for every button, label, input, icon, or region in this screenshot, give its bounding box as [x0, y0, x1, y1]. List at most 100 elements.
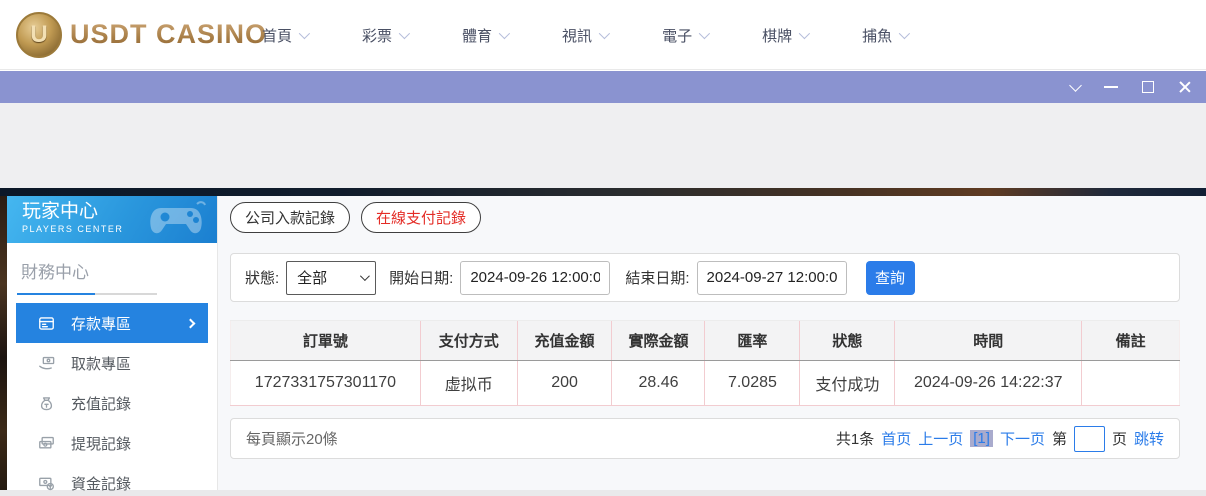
table-header-cell: 備註 — [1081, 320, 1180, 361]
search-button[interactable]: 查詢 — [865, 260, 915, 295]
main-nav: 首頁 彩票 體育 視訊 電子 棋牌 捕魚 — [262, 0, 911, 70]
chevron-down-icon — [298, 27, 311, 40]
status-select[interactable]: 全部 — [286, 260, 377, 295]
tab[interactable]: 在線支付記錄 — [361, 202, 482, 233]
nav-item-label: 棋牌 — [762, 27, 793, 45]
section-divider — [17, 293, 157, 295]
table-header-cell: 訂單號 — [230, 320, 421, 361]
background-image-edge — [0, 196, 7, 490]
next-page-link[interactable]: 下一页 — [1000, 428, 1045, 449]
nav-item[interactable]: 彩票 — [362, 25, 411, 46]
sidebar-item[interactable]: 存款專區 — [16, 303, 208, 343]
nav-item[interactable]: 捕魚 — [862, 25, 911, 46]
chevron-down-icon — [360, 271, 371, 282]
sidebar-item[interactable]: 資金記錄 — [16, 463, 208, 496]
table-header-cell: 實際金額 — [611, 320, 705, 361]
table-header-cell: 時間 — [894, 320, 1082, 361]
end-date-input[interactable] — [696, 260, 847, 295]
table-cell — [1081, 360, 1180, 406]
sidebar-item-label: 提現記錄 — [71, 435, 132, 453]
collapse-chevron-icon[interactable] — [1069, 78, 1082, 92]
top-navbar: U USDT CASINO 首頁 彩票 體育 視訊 電子 棋牌 捕魚 — [0, 0, 1206, 70]
gamepad-icon — [150, 201, 206, 234]
chevron-down-icon — [798, 27, 811, 40]
empty-panel — [0, 103, 1206, 188]
nav-item[interactable]: 首頁 — [262, 25, 311, 46]
first-page-link[interactable]: 首页 — [881, 428, 911, 449]
brand-name: USDT CASINO — [70, 19, 268, 49]
sidebar-item-label: 取款專區 — [71, 355, 132, 373]
jump-prefix: 第 — [1051, 431, 1067, 448]
sidebar-item-label: 資金記錄 — [71, 475, 132, 493]
page-jump-input[interactable] — [1073, 425, 1105, 452]
table-body: 1727331757301170 虚拟币 200 28.46 7.0285 支付成功 202… — [230, 360, 1180, 406]
close-icon[interactable] — [1178, 80, 1192, 94]
nav-item-label: 體育 — [462, 27, 493, 45]
chevron-down-icon — [898, 27, 911, 40]
sidebar-item[interactable]: 充值記錄 — [16, 383, 208, 423]
deposit-records-table: 訂單號 支付方式 充值金額 實際金額 匯率 狀態 時間 備註 1727331757301170… — [230, 320, 1180, 406]
table-cell: 1727331757301170 — [230, 360, 421, 406]
table-header-cell: 匯率 — [704, 320, 800, 361]
status-label: 狀態: — [245, 270, 280, 287]
banner-divider — [0, 188, 1206, 196]
prev-page-link[interactable]: 上一页 — [918, 428, 963, 449]
deposit-card-icon — [39, 316, 54, 330]
table-header-cell: 支付方式 — [419, 320, 518, 361]
sidebar-menu: 存款專區取款專區充值記錄提現記錄資金記錄 — [7, 303, 217, 496]
table-header-cell: 充值金額 — [516, 320, 612, 361]
sidebar-item[interactable]: 取款專區 — [16, 343, 208, 383]
page: U USDT CASINO 首頁 彩票 體育 視訊 電子 棋牌 捕魚 玩家中心 PLAYER… — [0, 0, 1206, 496]
sidebar-item-label: 存款專區 — [71, 315, 132, 333]
chevron-down-icon — [498, 27, 511, 40]
window-title-bar — [0, 71, 1206, 103]
jump-button[interactable]: 跳转 — [1134, 428, 1164, 449]
pagination-bar: 每頁顯示20條 共1条 首页 上一页 [1] 下一页 第 页 跳转 — [230, 418, 1180, 459]
nav-item[interactable]: 棋牌 — [762, 25, 811, 46]
table-header-cell: 狀態 — [799, 320, 895, 361]
withdrawal-record-icon — [39, 436, 54, 449]
end-date-label: 結束日期: — [625, 270, 690, 287]
nav-item[interactable]: 電子 — [662, 25, 711, 46]
chevron-down-icon — [398, 27, 411, 40]
sidebar-item-label: 充值記錄 — [71, 395, 132, 413]
status-select-value: 全部 — [297, 270, 328, 287]
page-size-text: 每頁顯示20條 — [246, 431, 338, 448]
chevron-right-icon — [185, 318, 196, 328]
table-cell: 7.0285 — [704, 360, 800, 406]
maximize-icon[interactable] — [1142, 81, 1154, 93]
table-cell: 200 — [516, 360, 612, 406]
nav-item-label: 電子 — [662, 27, 693, 45]
tab[interactable]: 公司入款記錄 — [230, 202, 351, 233]
table-row: 1727331757301170 虚拟币 200 28.46 7.0285 支付成功 202… — [230, 360, 1180, 406]
table-cell: 28.46 — [611, 360, 705, 406]
funds-record-icon — [39, 477, 54, 490]
sidebar-header: 玩家中心 PLAYERS CENTER — [7, 196, 217, 243]
sidebar-item[interactable]: 提現記錄 — [16, 423, 208, 463]
nav-item[interactable]: 視訊 — [562, 25, 611, 46]
total-count: 共1条 — [835, 431, 875, 448]
withdraw-hand-icon — [39, 356, 55, 369]
table-cell: 虚拟币 — [419, 360, 518, 406]
minimize-icon[interactable] — [1104, 86, 1118, 88]
recharge-bag-icon — [40, 396, 53, 410]
nav-item-label: 彩票 — [362, 27, 393, 45]
nav-item-label: 視訊 — [562, 27, 593, 45]
filter-bar: 狀態: 全部 開始日期: 結束日期: 查詢 — [230, 253, 1180, 302]
player-center-sidebar: 玩家中心 PLAYERS CENTER 財務中心 存款專區 取款專區 充值記錄 提現記… — [7, 196, 218, 493]
current-page-indicator: [1] — [970, 430, 993, 447]
brand-logo-icon: U — [16, 11, 62, 58]
nav-item-label: 首頁 — [262, 27, 293, 45]
table-cell: 2024-09-26 14:22:37 — [894, 360, 1082, 406]
chevron-down-icon — [698, 27, 711, 40]
brand-logo[interactable]: U USDT CASINO — [16, 11, 268, 58]
nav-item[interactable]: 體育 — [462, 25, 511, 46]
table-header-row: 訂單號 支付方式 充值金額 實際金額 匯率 狀態 時間 備註 — [230, 320, 1180, 361]
chevron-down-icon — [598, 27, 611, 40]
jump-suffix: 页 — [1111, 431, 1127, 448]
nav-item-label: 捕魚 — [862, 27, 893, 45]
start-date-label: 開始日期: — [389, 270, 454, 287]
record-tabs: 公司入款記錄 在線支付記錄 — [230, 202, 482, 233]
pager: 共1条 首页 上一页 [1] 下一页 第 页 跳转 — [835, 425, 1164, 452]
start-date-input[interactable] — [460, 260, 611, 295]
